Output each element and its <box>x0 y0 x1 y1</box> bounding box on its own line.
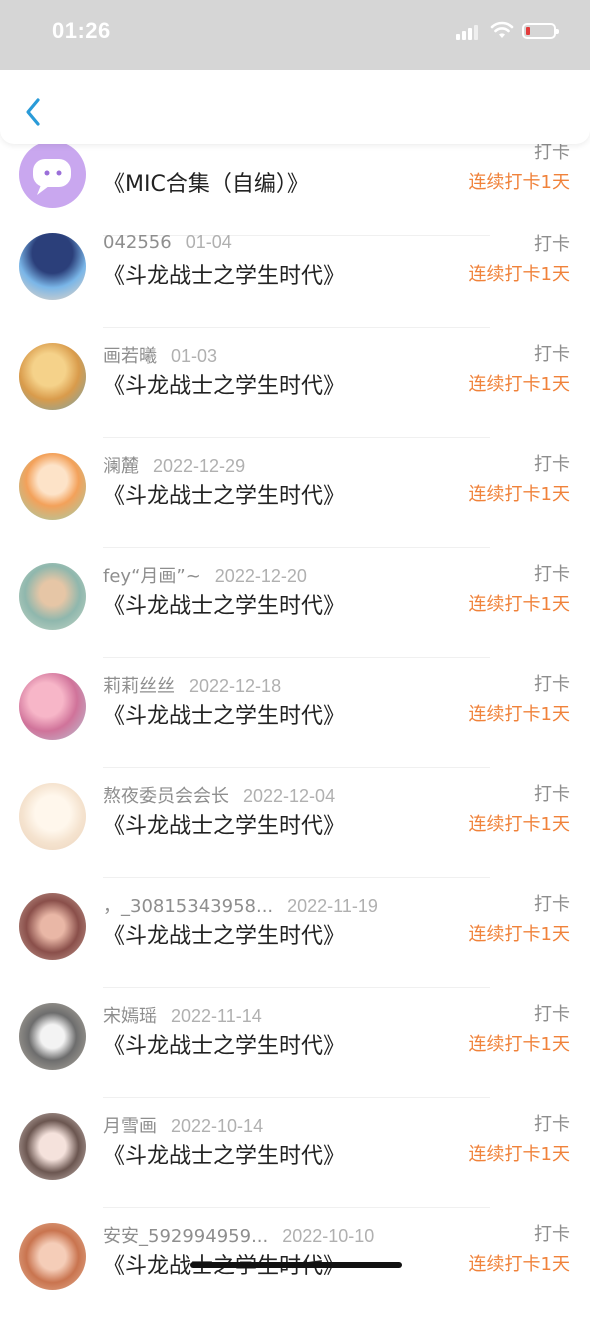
book-title[interactable]: 《斗龙战士之学生时代》 <box>103 258 345 290</box>
checkin-label: 打卡 <box>534 784 570 805</box>
user-line: 月雪画 2022-10-14 <box>103 1112 263 1138</box>
chat-bubble-icon <box>33 159 71 195</box>
avatar[interactable] <box>19 563 86 630</box>
avatar[interactable] <box>19 453 86 520</box>
checkin-label: 打卡 <box>534 1224 570 1245</box>
username[interactable]: 月雪画 <box>103 1116 157 1137</box>
user-line: fey“月画”~ 2022-12-20 <box>103 562 307 588</box>
checkin-date: 01-03 <box>171 346 218 366</box>
username[interactable]: 宋嫣瑶 <box>103 1006 157 1027</box>
wifi-icon <box>490 21 514 38</box>
book-title[interactable]: 《斗龙战士之学生时代》 <box>103 478 345 510</box>
checkin-date: 2022-11-14 <box>171 1006 262 1026</box>
checkin-label: 打卡 <box>534 674 570 695</box>
avatar[interactable] <box>19 783 86 850</box>
avatar[interactable] <box>19 1113 86 1180</box>
username[interactable]: 熬夜委员会会长 <box>103 786 229 807</box>
book-title[interactable]: 《斗龙战士之学生时代》 <box>103 368 345 400</box>
streak-label: 连续打卡1天 <box>468 704 570 725</box>
book-title[interactable]: 《斗龙战士之学生时代》 <box>103 918 345 950</box>
list-item[interactable]: 画若曦 01-03 《斗龙战士之学生时代》 打卡 连续打卡1天 <box>0 328 590 438</box>
book-title[interactable]: 《斗龙战士之学生时代》 <box>103 698 345 730</box>
streak-label: 连续打卡1天 <box>468 594 570 615</box>
user-line: 安安_592994959... 2022-10-10 <box>103 1222 374 1248</box>
cellular-signal-icon <box>456 24 480 40</box>
user-line: 宋嫣瑶 2022-11-14 <box>103 1002 262 1028</box>
list-item[interactable]: 月雪画 2022-10-14 《斗龙战士之学生时代》 打卡 连续打卡1天 <box>0 1098 590 1208</box>
username[interactable]: ，_30815343958... <box>103 896 273 917</box>
checkin-label: 打卡 <box>534 344 570 365</box>
avatar[interactable] <box>19 673 86 740</box>
book-title[interactable]: 《斗龙战士之学生时代》 <box>103 1138 345 1170</box>
checkin-date: 2022-12-04 <box>243 786 336 806</box>
list-item[interactable]: fey“月画”~ 2022-12-20 《斗龙战士之学生时代》 打卡 连续打卡1天 <box>0 548 590 658</box>
avatar[interactable] <box>19 343 86 410</box>
checkin-label: 打卡 <box>534 1114 570 1135</box>
user-line: 042556 01-04 <box>103 232 232 253</box>
streak-label: 连续打卡1天 <box>468 1144 570 1165</box>
book-title[interactable]: 《斗龙战士之学生时代》 <box>103 588 345 620</box>
checkin-label: 打卡 <box>534 234 570 255</box>
checkin-date: 2022-10-14 <box>171 1116 264 1136</box>
checkin-label: 打卡 <box>534 1004 570 1025</box>
checkin-label: 打卡 <box>534 894 570 915</box>
checkin-label: 打卡 <box>534 454 570 475</box>
checkin-list: 《MIC合集（自编）》 打卡 连续打卡1天 042556 01-04 《斗龙战士之… <box>0 0 590 1290</box>
streak-label: 连续打卡1天 <box>468 264 570 285</box>
user-line: 熬夜委员会会长 2022-12-04 <box>103 782 335 808</box>
chevron-left-icon[interactable] <box>20 94 50 130</box>
username[interactable]: fey“月画”~ <box>103 566 201 587</box>
list-item[interactable]: 澜麓 2022-12-29 《斗龙战士之学生时代》 打卡 连续打卡1天 <box>0 438 590 548</box>
checkin-date: 2022-12-20 <box>214 566 307 586</box>
avatar[interactable] <box>19 141 86 208</box>
status-bar: 01:26 <box>0 0 590 70</box>
username[interactable]: 画若曦 <box>103 346 157 367</box>
book-title[interactable]: 《斗龙战士之学生时代》 <box>103 808 345 840</box>
streak-label: 连续打卡1天 <box>468 484 570 505</box>
user-line: ，_30815343958... 2022-11-19 <box>103 892 378 918</box>
list-item[interactable]: 宋嫣瑶 2022-11-14 《斗龙战士之学生时代》 打卡 连续打卡1天 <box>0 988 590 1098</box>
username[interactable]: 澜麓 <box>103 456 139 477</box>
book-title[interactable]: 《斗龙战士之学生时代》 <box>103 1028 345 1060</box>
checkin-label: 打卡 <box>534 564 570 585</box>
nav-bar <box>0 70 590 144</box>
checkin-date: 01-04 <box>185 232 232 252</box>
checkin-date: 2022-11-19 <box>287 896 378 916</box>
checkin-date: 2022-12-18 <box>189 676 282 696</box>
list-item[interactable]: 042556 01-04 《斗龙战士之学生时代》 打卡 连续打卡1天 <box>0 218 590 328</box>
list-item[interactable]: 熬夜委员会会长 2022-12-04 《斗龙战士之学生时代》 打卡 连续打卡1天 <box>0 768 590 878</box>
streak-label: 连续打卡1天 <box>468 1034 570 1055</box>
avatar[interactable] <box>19 233 86 300</box>
streak-label: 连续打卡1天 <box>468 374 570 395</box>
avatar[interactable] <box>19 893 86 960</box>
status-time: 01:26 <box>52 18 111 43</box>
battery-icon <box>522 23 559 39</box>
streak-label: 连续打卡1天 <box>468 924 570 945</box>
username[interactable]: 安安_592994959... <box>103 1226 268 1247</box>
list-item[interactable]: 莉莉丝丝 2022-12-18 《斗龙战士之学生时代》 打卡 连续打卡1天 <box>0 658 590 768</box>
home-indicator <box>190 1262 402 1268</box>
username[interactable]: 莉莉丝丝 <box>103 676 175 697</box>
avatar[interactable] <box>19 1003 86 1070</box>
checkin-date: 2022-12-29 <box>153 456 246 476</box>
book-title[interactable]: 《MIC合集（自编）》 <box>103 166 309 198</box>
streak-label: 连续打卡1天 <box>468 814 570 835</box>
streak-label: 连续打卡1天 <box>468 1254 570 1275</box>
checkin-date: 2022-10-10 <box>282 1226 375 1246</box>
battery-level <box>526 27 530 35</box>
user-line: 澜麓 2022-12-29 <box>103 452 245 478</box>
list-item[interactable]: ，_30815343958... 2022-11-19 《斗龙战士之学生时代》 打… <box>0 878 590 988</box>
username[interactable]: 042556 <box>103 232 172 253</box>
user-line: 莉莉丝丝 2022-12-18 <box>103 672 281 698</box>
streak-label: 连续打卡1天 <box>468 172 570 193</box>
user-line: 画若曦 01-03 <box>103 342 217 368</box>
